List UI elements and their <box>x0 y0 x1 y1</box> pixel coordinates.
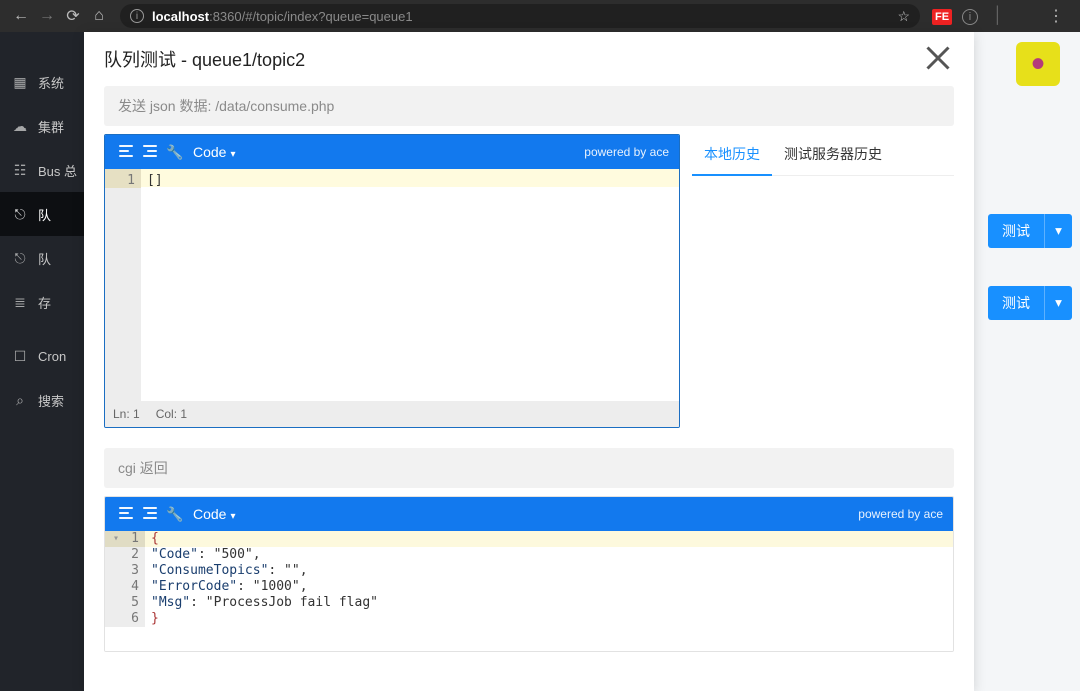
sidebar-item-label: 存 <box>38 293 51 312</box>
code-line: 2 "Code": "500", <box>105 547 953 563</box>
test-button[interactable]: 测试 <box>988 214 1044 248</box>
powered-by-label: powered by ace <box>584 145 669 159</box>
modal-title: 队列测试 - queue1/topic2 <box>104 40 954 86</box>
line-number: 2 <box>105 547 145 563</box>
code-line: 4 "ErrorCode": "1000", <box>105 579 953 595</box>
extension-fe[interactable]: FE <box>928 7 956 25</box>
editor-statusbar: Ln: 1 Col: 1 <box>105 401 679 427</box>
row-action-2: 测试 ▾ <box>988 286 1072 320</box>
line-number: 5 <box>105 595 145 611</box>
code-text: "Msg": "ProcessJob fail flag" <box>145 595 953 611</box>
sidebar-item-storage[interactable]: ≣存 <box>0 280 84 324</box>
sidebar-item-label: Cron <box>38 349 66 364</box>
page: ▦系统 ☁集群 ☷Bus 总 ⎋队 ⎋队 ≣存 ☐Cron ⌕搜索 测试 ▾ 测… <box>0 32 1080 691</box>
sidebar-item-bus[interactable]: ☷ Bus 总 <box>0 148 84 192</box>
sidebar: ▦系统 ☁集群 ☷Bus 总 ⎋队 ⎋队 ≣存 ☐Cron ⌕搜索 <box>0 32 84 691</box>
back-icon[interactable]: ← <box>8 7 34 25</box>
topic-icon: ⎋ <box>12 206 28 223</box>
response-panel-header: cgi 返回 <box>104 448 954 488</box>
language-dropdown[interactable]: Code▾ <box>193 506 236 522</box>
site-info-icon[interactable]: i <box>130 9 144 23</box>
status-line: Ln: 1 <box>113 407 140 421</box>
tab-server-history[interactable]: 测试服务器历史 <box>772 134 894 175</box>
sidebar-item-label: 集群 <box>38 117 64 136</box>
sidebar-item-cluster[interactable]: ☁ 集群 <box>0 104 84 148</box>
test-button[interactable]: 测试 <box>988 286 1044 320</box>
code-text: } <box>145 611 953 627</box>
database-icon: ≣ <box>12 294 28 311</box>
close-icon[interactable] <box>920 40 956 76</box>
sidebar-item-label: 搜索 <box>38 391 64 410</box>
calendar-icon: ☐ <box>12 348 28 365</box>
powered-by-label: powered by ace <box>858 507 943 521</box>
code-line: ▾1{ <box>105 531 953 547</box>
history-tabs: 本地历史 测试服务器历史 <box>692 134 954 176</box>
code-line: 6} <box>105 611 953 627</box>
editor-toolbar: 🔧 Code▾ powered by ace <box>105 135 679 169</box>
code-text: "ErrorCode": "1000", <box>145 579 953 595</box>
wrench-icon[interactable]: 🔧 <box>163 506 187 523</box>
code-text: "ConsumeTopics": "", <box>145 563 953 579</box>
line-number: 4 <box>105 579 145 595</box>
code-line: [] <box>141 169 679 187</box>
reload-icon[interactable]: ⟳ <box>60 6 86 26</box>
code-line: 5 "Msg": "ProcessJob fail flag" <box>105 595 953 611</box>
extension-divider: │ <box>984 7 1012 25</box>
line-number: ▾1 <box>105 531 145 547</box>
bus-icon: ☷ <box>12 162 28 179</box>
url-port: :8360 <box>209 9 242 24</box>
response-editor: 🔧 Code▾ powered by ace ▾1{2 "Code": "500… <box>104 496 954 652</box>
url-path: /#/topic/index?queue=queue1 <box>242 9 413 24</box>
address-bar[interactable]: i localhost:8360/#/topic/index?queue=que… <box>120 4 920 28</box>
outdent-icon[interactable] <box>139 506 163 523</box>
editor-toolbar: 🔧 Code▾ powered by ace <box>105 497 953 531</box>
line-number: 1 <box>105 169 141 188</box>
indent-icon[interactable] <box>115 144 139 161</box>
sidebar-item-cron[interactable]: ☐ Cron <box>0 334 84 378</box>
sidebar-item-label: Bus 总 <box>38 161 77 180</box>
wrench-icon[interactable]: 🔧 <box>163 144 187 161</box>
browser-toolbar: ← → ⟳ ⌂ i localhost:8360/#/topic/index?q… <box>0 0 1080 32</box>
request-panel-header: 发送 json 数据: /data/consume.php <box>104 86 954 126</box>
line-number: 3 <box>105 563 145 579</box>
chevron-down-icon: ▾ <box>230 511 235 522</box>
outdent-icon[interactable] <box>139 144 163 161</box>
indent-icon[interactable] <box>115 506 139 523</box>
row-action-1: 测试 ▾ <box>988 214 1072 248</box>
status-col: Col: 1 <box>156 407 187 421</box>
test-dropdown-caret[interactable]: ▾ <box>1044 286 1072 320</box>
search-icon: ⌕ <box>12 392 28 409</box>
tab-local-history[interactable]: 本地历史 <box>692 134 772 176</box>
history-panel: 本地历史 测试服务器历史 <box>692 134 954 428</box>
code-text: "Code": "500", <box>145 547 953 563</box>
sidebar-item-system[interactable]: ▦ 系统 <box>0 60 84 104</box>
sidebar-item-label: 系统 <box>38 73 64 92</box>
home-icon[interactable]: ⌂ <box>86 7 112 25</box>
line-number: 6 <box>105 611 145 627</box>
code-line: 3 "ConsumeTopics": "", <box>105 563 953 579</box>
sidebar-item-label: 队 <box>38 205 51 224</box>
cluster-icon: ☁ <box>12 118 28 135</box>
sidebar-item-topic2[interactable]: ⎋队 <box>0 236 84 280</box>
chevron-down-icon: ▾ <box>230 149 235 160</box>
chrome-menu-icon[interactable]: ⋮ <box>1040 6 1072 26</box>
test-dropdown-caret[interactable]: ▾ <box>1044 214 1072 248</box>
sidebar-item-search[interactable]: ⌕ 搜索 <box>0 378 84 422</box>
editor-area: 🔧 Code▾ powered by ace 1 [] Ln: 1 Col: 1 <box>104 134 954 428</box>
request-editor: 🔧 Code▾ powered by ace 1 [] Ln: 1 Col: 1 <box>104 134 680 428</box>
code-area[interactable]: 1 [] <box>105 169 679 401</box>
bookmark-star-icon[interactable]: ☆ <box>897 8 910 25</box>
sidebar-item-label: 队 <box>38 249 51 268</box>
code-area[interactable]: ▾1{2 "Code": "500",3 "ConsumeTopics": ""… <box>105 531 953 651</box>
app-avatar[interactable] <box>1016 42 1060 86</box>
forward-icon[interactable]: → <box>34 7 60 25</box>
extension-info-icon[interactable]: i <box>956 7 984 25</box>
code-text: { <box>145 531 953 547</box>
grid-icon: ▦ <box>12 74 28 91</box>
url-host: localhost <box>152 9 209 24</box>
language-dropdown[interactable]: Code▾ <box>193 144 236 160</box>
test-modal: 队列测试 - queue1/topic2 发送 json 数据: /data/c… <box>84 32 974 691</box>
sidebar-item-topic1[interactable]: ⎋队 <box>0 192 84 236</box>
topic-icon: ⎋ <box>12 250 28 267</box>
